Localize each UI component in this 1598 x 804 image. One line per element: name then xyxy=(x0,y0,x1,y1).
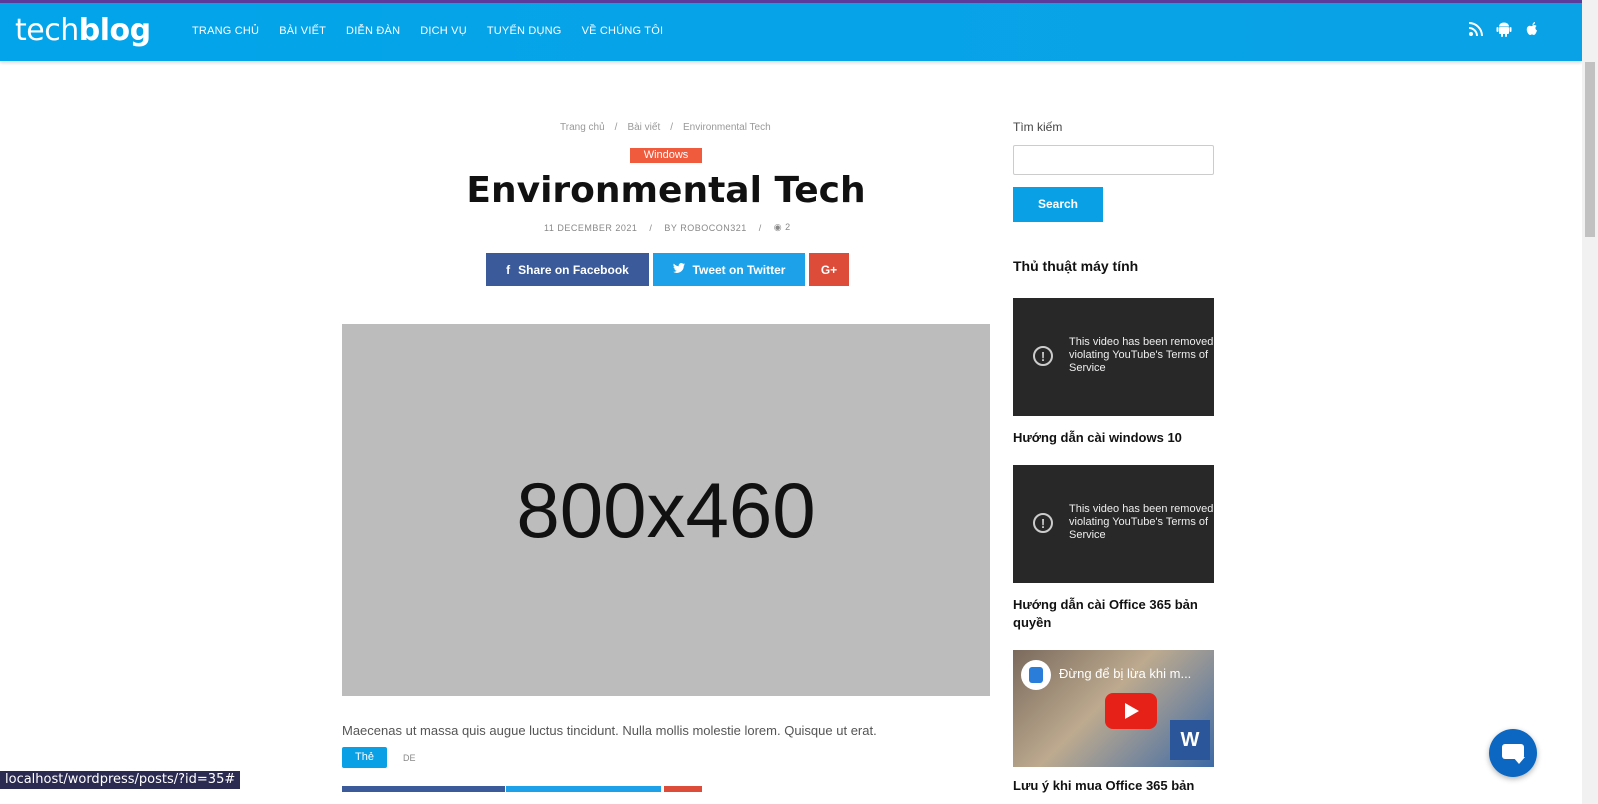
search-label: Tìm kiếm xyxy=(1013,120,1063,134)
meta-separator: / xyxy=(649,222,653,233)
views-count: ◉ 2 xyxy=(774,222,791,233)
bottom-share-twitter-button[interactable] xyxy=(506,786,661,792)
views-value: 2 xyxy=(785,222,791,232)
header-icons xyxy=(1468,21,1540,37)
apple-icon[interactable] xyxy=(1524,21,1540,37)
share-facebook-label: Share on Facebook xyxy=(518,262,629,277)
tag-item[interactable]: DE xyxy=(403,753,416,763)
bottom-share-gplus-button[interactable] xyxy=(664,786,702,792)
site-header: techblog TRANG CHỦ BÀI VIẾT DIỄN ĐÀN DỊC… xyxy=(0,3,1582,61)
share-gplus-button[interactable]: G+ xyxy=(809,253,849,286)
video-removed-message: This video has been removed violating Yo… xyxy=(1069,503,1214,541)
eye-icon: ◉ xyxy=(773,222,783,232)
android-icon[interactable] xyxy=(1496,21,1512,37)
post-author[interactable]: BY ROBOCON321 xyxy=(664,223,746,233)
share-buttons: f Share on Facebook Tweet on Twitter G+ xyxy=(486,253,849,286)
twitter-icon xyxy=(672,262,685,277)
meta-separator: / xyxy=(758,222,762,233)
video-overlay-title[interactable]: Đừng để bị lừa khi m... xyxy=(1059,666,1191,681)
chat-bubble-icon[interactable] xyxy=(1489,729,1537,777)
youtube-play-icon[interactable] xyxy=(1105,693,1157,729)
post-excerpt: Maecenas ut massa quis augue luctus tinc… xyxy=(342,723,877,738)
post-title: Environmental Tech xyxy=(466,170,866,211)
facebook-icon: f xyxy=(506,262,511,277)
nav-item-home[interactable]: TRANG CHỦ xyxy=(192,25,259,37)
site-logo[interactable]: techblog xyxy=(15,13,151,48)
nav-item-services[interactable]: DỊCH VỤ xyxy=(420,25,467,37)
breadcrumb-separator: / xyxy=(614,122,618,133)
logo-text-light: tech xyxy=(15,13,79,48)
video-title[interactable]: Hướng dẫn cài Office 365 bản quyền xyxy=(1013,596,1214,632)
scrollbar-thumb[interactable] xyxy=(1585,62,1595,237)
breadcrumb-posts[interactable]: Bài viết xyxy=(627,122,660,133)
post-date: 11 DECEMBER 2021 xyxy=(544,222,638,233)
word-logo-icon: W xyxy=(1170,720,1210,760)
alert-circle-icon: ! xyxy=(1033,513,1053,533)
channel-avatar[interactable] xyxy=(1021,660,1051,690)
video-embed[interactable]: Đừng để bị lừa khi m... W xyxy=(1013,650,1214,767)
breadcrumb-separator: / xyxy=(670,122,674,133)
video-embed[interactable]: ! This video has been removed violating … xyxy=(1013,465,1214,583)
video-title[interactable]: Lưu ý khi mua Office 365 bản xyxy=(1013,777,1214,795)
tag-active[interactable]: Thẻ xyxy=(342,747,387,768)
video-removed-message: This video has been removed violating Yo… xyxy=(1069,336,1214,374)
search-button[interactable]: Search xyxy=(1013,187,1103,222)
rss-icon[interactable] xyxy=(1468,21,1484,37)
search-input[interactable] xyxy=(1013,145,1214,175)
breadcrumb: Trang chủ / Bài viết / Environmental Tec… xyxy=(560,122,771,133)
logo-text-bold: blog xyxy=(78,13,151,48)
nav-item-forum[interactable]: DIỄN ĐÀN xyxy=(346,25,400,37)
nav-item-careers[interactable]: TUYỂN DỤNG xyxy=(487,25,562,37)
sidebar-section-title: Thủ thuật máy tính xyxy=(1013,258,1139,274)
breadcrumb-home[interactable]: Trang chủ xyxy=(560,122,605,133)
nav-item-about[interactable]: VỀ CHÚNG TÔI xyxy=(582,25,664,37)
breadcrumb-current: Environmental Tech xyxy=(683,122,771,133)
placeholder-dimensions: 800x460 xyxy=(516,465,816,554)
bottom-share-facebook-button[interactable] xyxy=(342,786,505,792)
share-facebook-button[interactable]: f Share on Facebook xyxy=(486,253,649,286)
main-nav: TRANG CHỦ BÀI VIẾT DIỄN ĐÀN DỊCH VỤ TUYỂ… xyxy=(192,25,683,37)
alert-circle-icon: ! xyxy=(1033,346,1053,366)
status-url: localhost/wordpress/posts/?id=35# xyxy=(0,771,241,789)
video-title[interactable]: Hướng dẫn cài windows 10 xyxy=(1013,429,1214,447)
video-embed[interactable]: ! This video has been removed violating … xyxy=(1013,298,1214,416)
page-scrollbar[interactable] xyxy=(1582,0,1598,804)
nav-item-posts[interactable]: BÀI VIẾT xyxy=(279,25,326,37)
post-meta: 11 DECEMBER 2021 / BY ROBOCON321 / ◉ 2 xyxy=(544,222,791,233)
share-twitter-button[interactable]: Tweet on Twitter xyxy=(653,253,805,286)
category-badge[interactable]: Windows xyxy=(630,148,702,163)
share-twitter-label: Tweet on Twitter xyxy=(692,262,786,277)
featured-image-placeholder: 800x460 xyxy=(342,324,990,696)
